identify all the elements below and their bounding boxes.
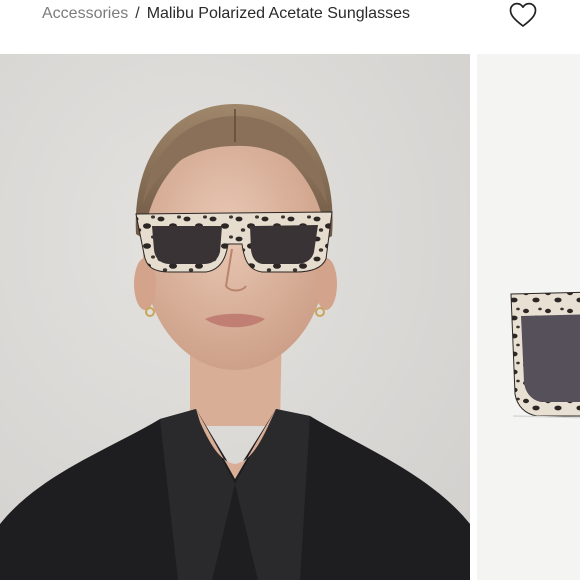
- product-photo-model[interactable]: [0, 54, 470, 580]
- breadcrumb-link-accessories[interactable]: Accessories: [42, 5, 128, 23]
- heart-outline-icon: [509, 2, 537, 27]
- breadcrumb-current-product: Malibu Polarized Acetate Sunglasses: [146, 5, 410, 22]
- product-photo-sunglasses[interactable]: [477, 54, 580, 580]
- product-image-gallery[interactable]: [0, 54, 580, 580]
- breadcrumb-separator: /: [135, 5, 140, 22]
- sunglasses-product-image: [477, 54, 580, 580]
- favorite-button[interactable]: [508, 1, 538, 29]
- model-wearing-sunglasses-image: [0, 54, 470, 580]
- top-bar: Accessories / Malibu Polarized Acetate S…: [0, 0, 580, 54]
- breadcrumb: Accessories / Malibu Polarized Acetate S…: [42, 5, 410, 23]
